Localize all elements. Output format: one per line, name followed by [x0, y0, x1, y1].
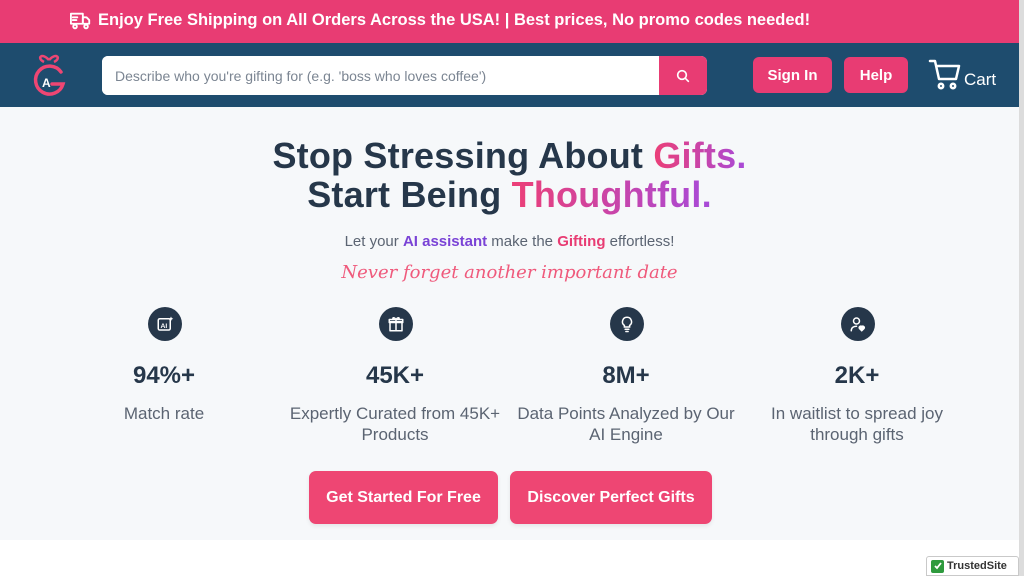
lightbulb-icon	[610, 307, 644, 341]
search-icon	[676, 69, 690, 82]
site-header: A Sign In Help Cart	[0, 43, 1024, 107]
cart-icon	[928, 59, 961, 90]
discover-gifts-button[interactable]: Discover Perfect Gifts	[510, 471, 712, 524]
subtitle-suffix: effortless!	[605, 233, 675, 250]
hero-title-line-1: Stop Stressing About Gifts.	[0, 135, 1019, 177]
stat-label: In waitlist to spread joy through gifts	[771, 404, 943, 444]
stat-value: 94%+	[132, 362, 196, 389]
stat-label: Data Points Analyzed by Our AI Engine	[517, 404, 735, 444]
page-scrollbar[interactable]	[1019, 0, 1024, 576]
trusted-site-badge[interactable]: TrustedSite	[926, 556, 1019, 576]
gift-icon	[379, 307, 413, 341]
stat-value: 2K+	[834, 362, 880, 389]
hero-title-line-2-text: Start Being	[307, 174, 512, 215]
help-button[interactable]: Help	[844, 57, 908, 93]
search-input[interactable]	[102, 56, 658, 95]
svg-text:A: A	[42, 76, 51, 90]
hero-title-accent-gifts: Gifts.	[653, 135, 747, 176]
stat-value: 8M+	[602, 362, 650, 389]
get-started-button[interactable]: Get Started For Free	[309, 471, 498, 524]
next-section	[0, 540, 1019, 576]
stat-label: Match rate	[123, 404, 205, 423]
truck-icon	[70, 12, 91, 30]
stat-label: Expertly Curated from 45K+ Products	[289, 404, 501, 444]
stat-value: 45K+	[365, 362, 425, 389]
cart-button[interactable]: Cart	[928, 57, 1000, 93]
hero-subtitle: Let your AI assistant make the Gifting e…	[0, 233, 1019, 250]
search-bar	[102, 56, 707, 95]
hero-title-accent-thoughtful: Thoughtful.	[511, 174, 712, 215]
check-icon	[931, 559, 944, 573]
hero-section: Stop Stressing About Gifts. Start Being …	[0, 107, 1019, 540]
subtitle-gifting: Gifting	[557, 233, 606, 250]
svg-text:AI: AI	[161, 323, 168, 330]
search-button[interactable]	[659, 56, 707, 95]
promo-bar: Enjoy Free Shipping on All Orders Across…	[0, 0, 1024, 43]
gift-logo-icon[interactable]: A	[28, 52, 70, 98]
subtitle-ai-assistant: AI assistant	[402, 233, 488, 250]
promo-text: Enjoy Free Shipping on All Orders Across…	[98, 11, 811, 29]
cart-label: Cart	[964, 70, 997, 89]
user-heart-icon	[841, 307, 875, 341]
trusted-site-label: TrustedSite	[947, 560, 1007, 572]
subtitle-prefix: Let your	[344, 233, 403, 250]
subtitle-mid: make the	[487, 233, 558, 250]
hero-title-line-1-text: Stop Stressing About	[272, 135, 654, 176]
sign-in-button[interactable]: Sign In	[753, 57, 832, 93]
hero-script-tagline: Never forget another important date	[341, 262, 678, 283]
hero-title-line-2: Start Being Thoughtful.	[0, 174, 1019, 216]
ai-icon: AI	[148, 307, 182, 341]
